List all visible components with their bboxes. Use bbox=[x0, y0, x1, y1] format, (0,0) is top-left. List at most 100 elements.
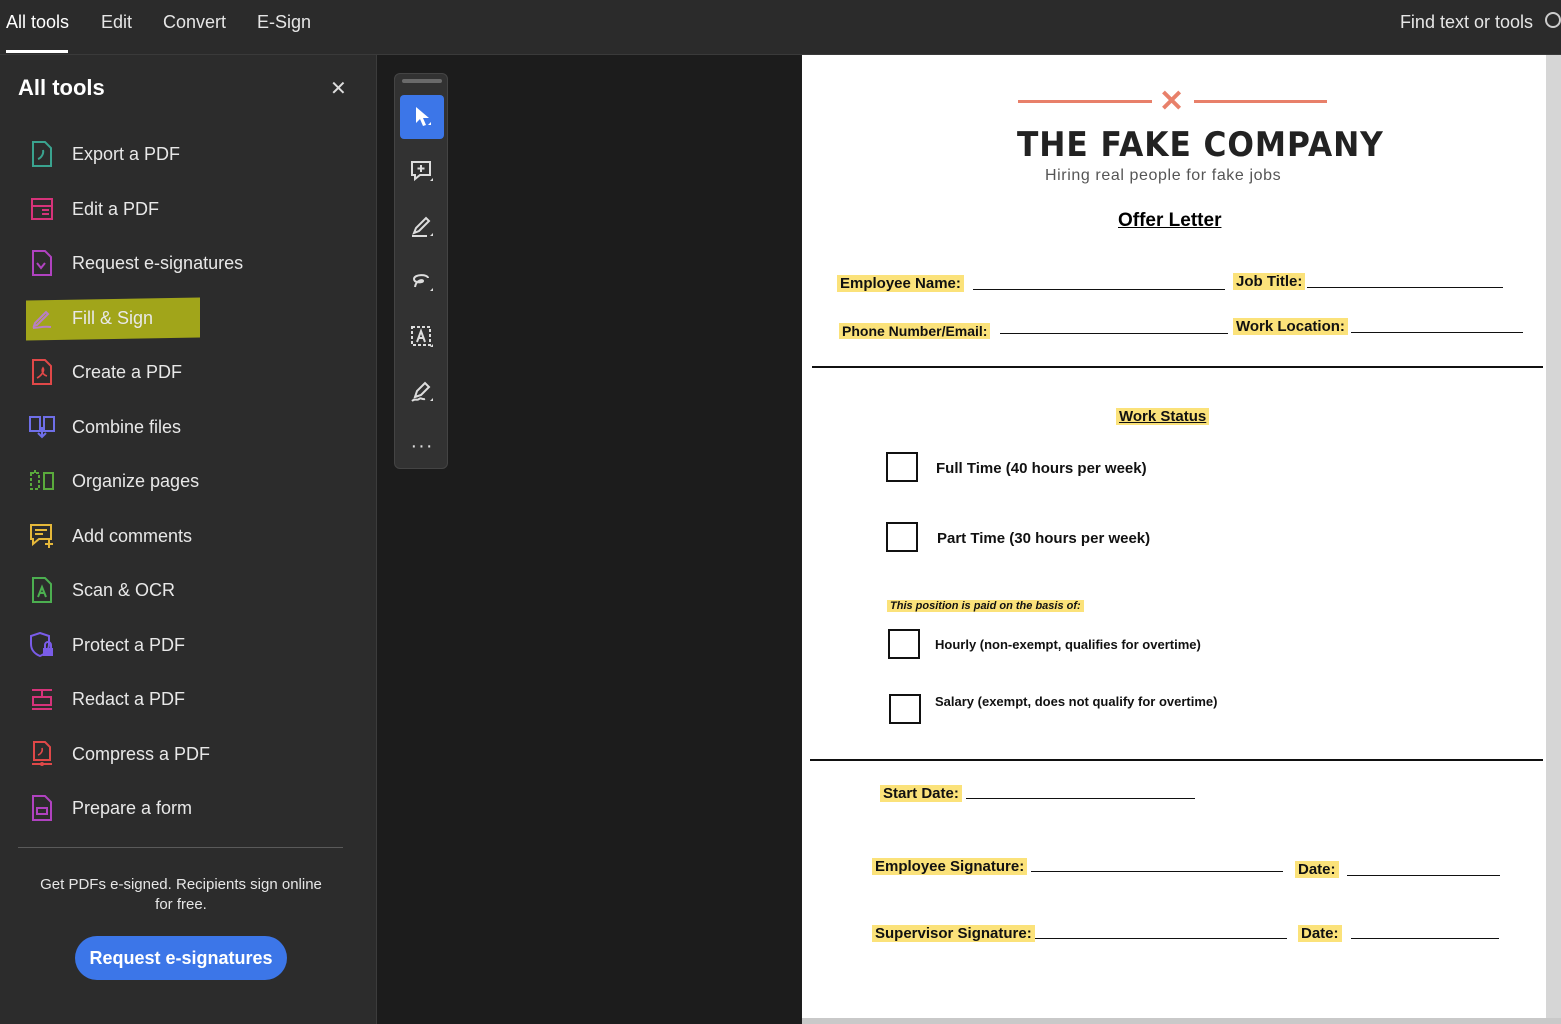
employee-name-line[interactable] bbox=[973, 289, 1225, 290]
logo-rule-right bbox=[1194, 100, 1327, 103]
supervisor-signature-label: Supervisor Signature: bbox=[872, 925, 1035, 942]
tab-all-tools[interactable]: All tools bbox=[6, 12, 69, 33]
tool-fill-sign[interactable]: Fill & Sign bbox=[28, 300, 348, 336]
combine-files-icon bbox=[28, 413, 56, 441]
supervisor-signature-line[interactable] bbox=[1035, 938, 1287, 939]
scan-ocr-icon bbox=[28, 576, 56, 604]
more-tools-icon[interactable]: ··· bbox=[400, 424, 444, 468]
employee-signature-label: Employee Signature: bbox=[872, 858, 1028, 875]
protect-pdf-icon bbox=[28, 631, 56, 659]
full-time-label: Full Time (40 hours per week) bbox=[936, 460, 1147, 477]
pay-basis-heading: This position is paid on the basis of: bbox=[887, 600, 1084, 612]
pdf-page: ✕ THE FAKE COMPANY Hiring real people fo… bbox=[802, 55, 1546, 1018]
logo-x-mark: ✕ bbox=[1159, 85, 1185, 118]
tool-label: Prepare a form bbox=[72, 797, 193, 818]
tool-request-esignatures[interactable]: Request e-signatures bbox=[28, 245, 348, 281]
top-bar: All tools Edit Convert E-Sign Find text … bbox=[0, 0, 1561, 55]
part-time-label: Part Time (30 hours per week) bbox=[937, 530, 1151, 547]
job-title-label: Job Title: bbox=[1233, 273, 1306, 290]
tool-label: Add comments bbox=[72, 525, 193, 546]
promo-text: Get PDFs e-signed. Recipients sign onlin… bbox=[40, 876, 322, 913]
quick-tools-toolbar: ··· bbox=[394, 73, 448, 469]
tool-combine-files[interactable]: Combine files bbox=[28, 409, 348, 445]
compress-pdf-icon bbox=[28, 740, 56, 768]
search-icon[interactable] bbox=[1545, 12, 1561, 28]
hourly-label: Hourly (non-exempt, qualifies for overti… bbox=[935, 637, 1201, 652]
tool-prepare-form[interactable]: Prepare a form bbox=[28, 790, 348, 826]
panel-title: All tools bbox=[18, 75, 105, 100]
document-title: Offer Letter bbox=[1118, 210, 1222, 231]
supervisor-date-label: Date: bbox=[1298, 925, 1342, 942]
prepare-form-icon bbox=[28, 794, 56, 822]
tab-convert[interactable]: Convert bbox=[163, 12, 226, 33]
edit-pdf-icon bbox=[28, 195, 56, 223]
supervisor-date-line[interactable] bbox=[1351, 938, 1499, 939]
tool-label: Edit a PDF bbox=[72, 198, 160, 219]
section-divider bbox=[812, 366, 1543, 368]
organize-pages-icon bbox=[28, 467, 56, 495]
tool-label: Organize pages bbox=[72, 470, 200, 491]
tool-label: Create a PDF bbox=[72, 361, 183, 382]
page-bottom-edge bbox=[802, 1018, 1561, 1024]
request-esignatures-button[interactable]: Request e-signatures bbox=[75, 936, 287, 980]
tool-label: Compress a PDF bbox=[72, 743, 211, 764]
employee-date-label: Date: bbox=[1295, 861, 1339, 878]
company-name: THE FAKE COMPANY bbox=[1017, 125, 1384, 165]
redact-pdf-icon bbox=[28, 685, 56, 713]
tool-compress-pdf[interactable]: Compress a PDF bbox=[28, 736, 348, 772]
employee-date-line[interactable] bbox=[1347, 875, 1500, 876]
active-tab-indicator bbox=[6, 50, 68, 53]
phone-email-label: Phone Number/Email: bbox=[839, 323, 991, 339]
sign-icon[interactable] bbox=[400, 370, 444, 414]
create-pdf-icon bbox=[28, 358, 56, 386]
tool-label: Combine files bbox=[72, 416, 182, 437]
tool-create-pdf[interactable]: Create a PDF bbox=[28, 354, 348, 390]
page-scroll-gutter[interactable] bbox=[1546, 55, 1561, 1024]
tool-label: Request e-signatures bbox=[72, 252, 244, 273]
tool-scan-ocr[interactable]: Scan & OCR bbox=[28, 572, 348, 608]
start-date-label: Start Date: bbox=[880, 785, 962, 802]
tool-protect-pdf[interactable]: Protect a PDF bbox=[28, 627, 348, 663]
job-title-line[interactable] bbox=[1307, 287, 1503, 288]
employee-signature-line[interactable] bbox=[1031, 871, 1283, 872]
tool-label: Scan & OCR bbox=[72, 579, 176, 600]
hourly-checkbox[interactable] bbox=[888, 629, 920, 659]
add-comment-icon[interactable] bbox=[400, 150, 444, 194]
toolbar-drag-handle[interactable] bbox=[402, 79, 442, 83]
close-icon[interactable]: ✕ bbox=[330, 79, 347, 99]
highlight-pen-icon[interactable] bbox=[400, 205, 444, 249]
part-time-checkbox[interactable] bbox=[886, 522, 918, 552]
all-tools-panel: All tools ✕ Export a PDF Edit a PDF Requ… bbox=[0, 55, 377, 1024]
export-pdf-icon bbox=[28, 140, 56, 168]
work-location-line[interactable] bbox=[1351, 332, 1523, 333]
tool-label: Redact a PDF bbox=[72, 688, 186, 709]
tool-export-pdf[interactable]: Export a PDF bbox=[28, 136, 348, 172]
work-location-label: Work Location: bbox=[1233, 318, 1348, 335]
fill-sign-icon bbox=[28, 304, 56, 332]
panel-divider bbox=[18, 847, 343, 848]
freehand-draw-icon[interactable] bbox=[400, 260, 444, 304]
tool-label: Export a PDF bbox=[72, 143, 181, 164]
tool-label: Fill & Sign bbox=[72, 307, 154, 328]
work-status-heading: Work Status bbox=[1116, 408, 1210, 425]
start-date-line[interactable] bbox=[966, 798, 1195, 799]
logo-rule-left bbox=[1018, 100, 1152, 103]
phone-email-line[interactable] bbox=[1000, 333, 1228, 334]
tab-edit[interactable]: Edit bbox=[101, 12, 132, 33]
tool-organize-pages[interactable]: Organize pages bbox=[28, 463, 348, 499]
employee-name-label: Employee Name: bbox=[837, 275, 964, 292]
salary-checkbox[interactable] bbox=[889, 694, 921, 724]
select-cursor-icon[interactable] bbox=[400, 95, 444, 139]
section-divider bbox=[810, 759, 1543, 761]
text-box-icon[interactable] bbox=[400, 315, 444, 359]
tool-edit-pdf[interactable]: Edit a PDF bbox=[28, 191, 348, 227]
tab-esign[interactable]: E-Sign bbox=[257, 12, 311, 33]
full-time-checkbox[interactable] bbox=[886, 452, 918, 482]
request-esign-icon bbox=[28, 249, 56, 277]
find-text-or-tools[interactable]: Find text or tools bbox=[1400, 12, 1533, 33]
company-tagline: Hiring real people for fake jobs bbox=[1045, 167, 1282, 184]
tool-label: Protect a PDF bbox=[72, 634, 186, 655]
add-comments-icon bbox=[28, 522, 56, 550]
tool-redact-pdf[interactable]: Redact a PDF bbox=[28, 681, 348, 717]
tool-add-comments[interactable]: Add comments bbox=[28, 518, 348, 554]
